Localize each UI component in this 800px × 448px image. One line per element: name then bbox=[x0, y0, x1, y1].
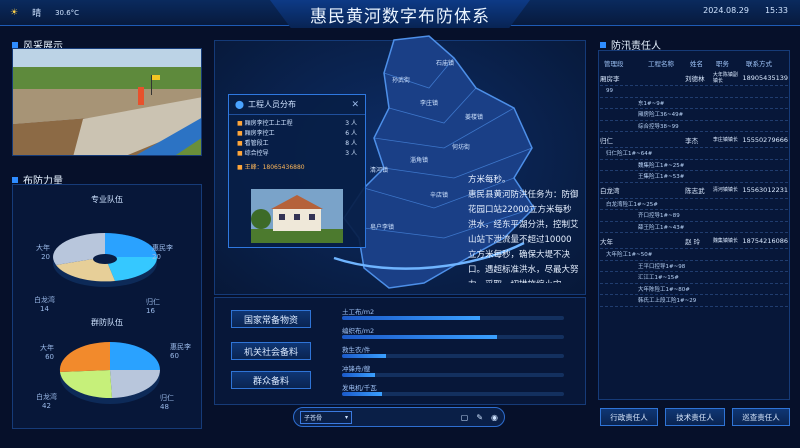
materials-bars: 土工布/m2 编织布/m2 救生衣/件 冲锋舟/艘 发电机/千瓦 bbox=[342, 306, 564, 396]
material-bar-row: 土工布/m2 bbox=[342, 306, 564, 320]
pro-label-danian: 大年 20 bbox=[36, 244, 50, 261]
mass-label-huiminli: 惠民李 60 bbox=[170, 343, 191, 360]
responsible-project-row[interactable]: 东1#~9# bbox=[600, 98, 788, 109]
layer-select[interactable]: 子苍骨 ▾ bbox=[300, 410, 352, 424]
page-title: 惠民黄河数字布防体系 bbox=[270, 0, 530, 28]
admin-responsible-button[interactable]: 行政责任人 bbox=[600, 408, 658, 426]
responsible-project-row[interactable]: 韩氏工上段工险1#~29 bbox=[600, 295, 788, 307]
responsible-project-row[interactable]: 大年险工1#~50# bbox=[600, 249, 788, 261]
mass-reserve-button[interactable]: 群众备料 bbox=[231, 371, 311, 389]
material-bar-row: 救生衣/件 bbox=[342, 344, 564, 358]
pro-team-title: 专业队伍 bbox=[91, 195, 123, 204]
responsible-section-row[interactable]: 白龙湾 陈志武 清河镇镇长 15563012231 bbox=[600, 183, 788, 199]
responsible-project-row[interactable]: 99 bbox=[600, 86, 788, 98]
responsible-project-row[interactable]: 白龙湾险工1#~25# bbox=[600, 199, 788, 210]
edit-tool-icon[interactable]: ✎ bbox=[476, 413, 483, 422]
responsible-project-row[interactable]: 薛王险工1#~43# bbox=[600, 222, 788, 233]
map-label: 清河镇 bbox=[370, 167, 389, 174]
pro-team-pie bbox=[53, 233, 158, 287]
flood-mission-text: 方米每秒。 惠民县黄河防洪任务为：防御花园口站22000立方米每秒洪水，经东平湖… bbox=[468, 175, 579, 283]
material-bar-fill bbox=[342, 335, 498, 339]
responsible-project-row[interactable]: 齐口控导1#~89 bbox=[600, 210, 788, 222]
temperature-text: 30.6°C bbox=[55, 8, 80, 17]
popup-item: ■ 厢房李控工 6 人 bbox=[237, 130, 357, 137]
responsible-project-row[interactable]: 魏集险工1#~25# bbox=[600, 160, 788, 171]
map-label: 辛店镇 bbox=[430, 192, 449, 199]
mass-label-guiren: 归仁 48 bbox=[160, 394, 174, 411]
material-bar-row: 编织布/m2 bbox=[342, 325, 564, 339]
agency-reserve-button[interactable]: 机关社会备料 bbox=[231, 342, 311, 360]
map-label: 李庄镇 bbox=[420, 100, 439, 107]
map-label: 淄角镇 bbox=[410, 157, 429, 164]
responsible-project-row[interactable]: 厢房险工36~49# bbox=[600, 109, 788, 121]
material-bar-row: 冲锋舟/艘 bbox=[342, 363, 564, 377]
datetime: 2024.08.29 15:33 bbox=[703, 6, 788, 15]
popup-item: ■ 综合控导 3 人 bbox=[237, 150, 357, 157]
responsible-section-row[interactable]: 厢房李 刘德林 大年陈镇副镇长 18905435139 bbox=[600, 70, 788, 86]
weather-widget: ☀ 晴 30.6°C bbox=[10, 6, 80, 20]
location-pin-icon: ⬤ bbox=[235, 100, 244, 109]
national-reserve-button[interactable]: 国家常备物资 bbox=[231, 310, 311, 328]
square-icon bbox=[12, 41, 18, 48]
scenery-photo[interactable] bbox=[12, 48, 202, 156]
bottom-toolbar: 子苍骨 ▾ ▢ ✎ ◉ bbox=[293, 407, 505, 427]
patrol-responsible-button[interactable]: 巡查责任人 bbox=[732, 408, 790, 426]
square-icon bbox=[600, 41, 606, 48]
popup-contact: ■ 王峰：18065436880 bbox=[237, 164, 305, 171]
date-text: 2024.08.29 bbox=[703, 6, 749, 15]
mass-label-bailongwan: 白龙湾 42 bbox=[36, 393, 57, 410]
mass-team-pie bbox=[59, 341, 161, 404]
map-label: 石庙镇 bbox=[436, 60, 455, 67]
responsible-section-row[interactable]: 归仁 李杰 李庄镇镇长 15550279666 bbox=[600, 132, 788, 148]
map-label: 何坊街 bbox=[452, 144, 471, 151]
target-tool-icon[interactable]: ◉ bbox=[491, 413, 498, 422]
responsible-project-row[interactable]: 王平口控导1#~98 bbox=[600, 261, 788, 272]
levee-photo-image bbox=[13, 49, 201, 155]
map-label: 姜楼镇 bbox=[465, 114, 484, 121]
weather-text: 晴 bbox=[32, 9, 42, 19]
responsible-header: 管理段 工程名称 姓名 职务 联系方式 bbox=[604, 60, 772, 68]
time-text: 15:33 bbox=[764, 6, 788, 15]
material-bar-fill bbox=[342, 392, 382, 396]
responsible-project-row[interactable]: 大年陈险工1#~80# bbox=[600, 284, 788, 295]
map-label: 皂户李镇 bbox=[370, 224, 395, 231]
responsible-section-row[interactable]: 大年赵 玲魏集镇镇长 18754216086 bbox=[600, 233, 788, 249]
responsible-project-row[interactable]: 王集险工1#~53# bbox=[600, 171, 788, 183]
popup-header: ⬤ 工程人员分布 bbox=[235, 99, 296, 110]
square-icon bbox=[12, 176, 18, 183]
responsible-project-row[interactable]: 综合控导38~99 bbox=[600, 121, 788, 132]
popup-item: ■ 看管段工 8 人 bbox=[237, 140, 357, 147]
pro-label-guiren: 归仁 16 bbox=[146, 298, 160, 315]
sun-icon: ☀ bbox=[10, 7, 19, 18]
pro-label-bailongwan: 白龙湾 14 bbox=[34, 296, 55, 313]
popup-item: ■ 厢房李控工上工程 3 人 bbox=[237, 120, 357, 127]
material-bar-fill bbox=[342, 373, 376, 377]
chevron-down-icon: ▾ bbox=[344, 413, 348, 421]
staff-popup: ⬤ 工程人员分布 ✕ ■ 厢房李控工上工程 3 人 ■ 厢房李控工 6 人 ■ 看管… bbox=[228, 94, 366, 248]
material-bar-fill bbox=[342, 354, 387, 358]
pro-label-huiminli: 惠民李 20 bbox=[152, 244, 173, 261]
responsible-project-row[interactable]: 汇江工1#~15# bbox=[600, 272, 788, 284]
tech-responsible-button[interactable]: 技术责任人 bbox=[665, 408, 725, 426]
responsible-list[interactable]: 厢房李 刘德林 大年陈镇副镇长 18905435139 99 东1#~9# 厢房险工36~4… bbox=[600, 70, 788, 398]
close-icon[interactable]: ✕ bbox=[351, 100, 359, 110]
station-building-image bbox=[251, 189, 343, 243]
material-bar-fill bbox=[342, 316, 480, 320]
responsible-project-row[interactable]: 归仁险工1#~64# bbox=[600, 148, 788, 160]
rectangle-tool-icon[interactable]: ▢ bbox=[461, 413, 469, 422]
mass-team-title: 群防队伍 bbox=[91, 318, 123, 327]
popup-title: 工程人员分布 bbox=[247, 100, 296, 109]
map-label: 孙武街 bbox=[392, 77, 411, 84]
mass-label-danian: 大年 60 bbox=[40, 344, 54, 361]
material-bar-row: 发电机/千瓦 bbox=[342, 382, 564, 396]
